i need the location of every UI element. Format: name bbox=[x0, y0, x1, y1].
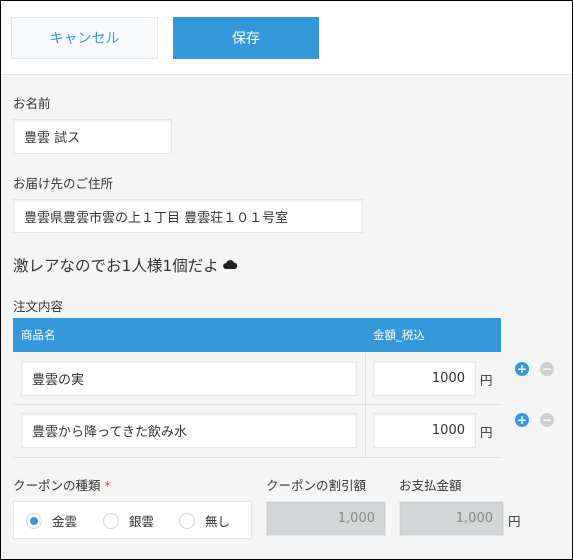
radio-label: 無し bbox=[205, 514, 231, 529]
radio-gold[interactable]: 金雲 bbox=[26, 511, 77, 530]
radio-label: 金雲 bbox=[52, 514, 78, 529]
radio-unselected-icon bbox=[179, 512, 195, 529]
record-edit-form: キャンセル 保存 お名前 豊雲 試ス お届け先のご住所 豊雲県豊雲市雲の上１丁目… bbox=[0, 0, 573, 560]
cancel-button[interactable]: キャンセル bbox=[11, 17, 158, 59]
radio-unselected-icon bbox=[103, 512, 119, 529]
toolbar: キャンセル 保存 bbox=[1, 1, 572, 75]
add-row-icon[interactable]: + bbox=[515, 362, 529, 376]
save-button[interactable]: 保存 bbox=[173, 17, 319, 59]
currency-unit: 円 bbox=[480, 425, 493, 440]
name-label: お名前 bbox=[13, 96, 51, 111]
product-input[interactable]: 豊雲の実 bbox=[21, 361, 357, 396]
table-row: 豊雲の実 1000 円 bbox=[13, 352, 501, 405]
currency-unit: 円 bbox=[480, 373, 493, 388]
product-input[interactable]: 豊雲から降ってきた飲み水 bbox=[21, 413, 357, 448]
radio-label: 銀雲 bbox=[129, 514, 155, 529]
required-mark: * bbox=[104, 478, 111, 493]
order-table-header: 商品名 金額_税込 bbox=[13, 318, 501, 352]
payment-field: 1,000 bbox=[399, 501, 504, 536]
radio-selected-icon bbox=[26, 512, 42, 529]
radio-silver[interactable]: 銀雲 bbox=[103, 511, 154, 530]
table-row: 豊雲から降ってきた飲み水 1000 円 bbox=[13, 405, 501, 458]
radio-none[interactable]: 無し bbox=[179, 511, 230, 530]
address-label: お届け先のご住所 bbox=[13, 176, 114, 191]
discount-label: クーポンの割引額 bbox=[266, 478, 367, 493]
coupon-radio-group: 金雲 銀雲 無し bbox=[13, 501, 252, 539]
amount-input[interactable]: 1000 bbox=[373, 413, 476, 448]
notice-text: 激レアなのでお1人様1個だよ bbox=[13, 254, 238, 276]
coupon-label-text: クーポンの種類 bbox=[13, 478, 101, 493]
notice-label: 激レアなのでお1人様1個だよ bbox=[13, 257, 219, 275]
add-row-icon[interactable]: + bbox=[515, 413, 529, 427]
order-label: 注文内容 bbox=[13, 299, 64, 314]
payment-label: お支払金額 bbox=[399, 478, 462, 493]
amount-input[interactable]: 1000 bbox=[373, 361, 476, 396]
coupon-label: クーポンの種類 * bbox=[13, 475, 111, 494]
remove-row-icon[interactable]: − bbox=[540, 362, 554, 376]
cloud-icon bbox=[222, 256, 238, 274]
payment-unit: 円 bbox=[508, 514, 521, 529]
address-input[interactable]: 豊雲県豊雲市雲の上１丁目 豊雲荘１０１号室 bbox=[13, 199, 363, 233]
column-product: 商品名 bbox=[21, 328, 56, 342]
name-input[interactable]: 豊雲 試ス bbox=[13, 119, 172, 154]
discount-field: 1,000 bbox=[266, 501, 386, 536]
remove-row-icon[interactable]: − bbox=[540, 413, 554, 427]
column-amount: 金額_税込 bbox=[373, 328, 425, 342]
